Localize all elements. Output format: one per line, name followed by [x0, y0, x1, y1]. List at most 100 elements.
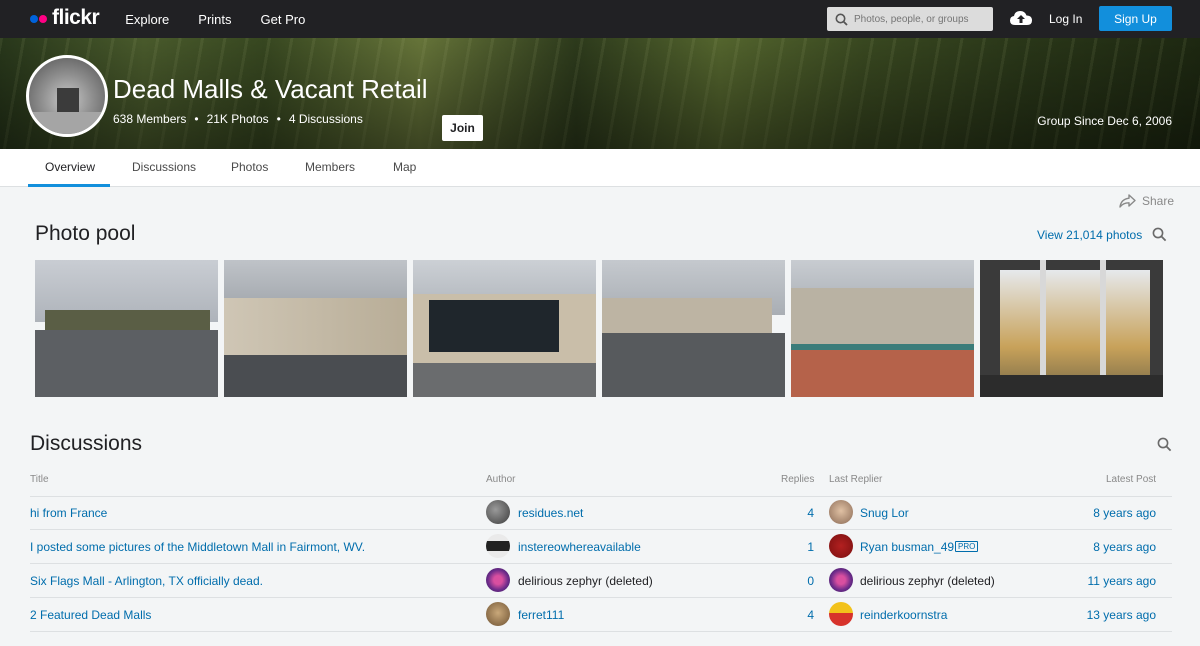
top-nav: flickr Explore Prints Get Pro Log In Sig…: [0, 0, 1200, 38]
thumb-building: [602, 298, 772, 334]
tab-map[interactable]: Map: [393, 160, 416, 174]
tab-overview[interactable]: Overview: [45, 160, 95, 174]
search-input[interactable]: [854, 13, 984, 25]
author-link[interactable]: residues.net: [518, 506, 583, 520]
group-avatar: [26, 55, 108, 137]
photo-thumbnail[interactable]: [413, 260, 596, 397]
thumb-building: [224, 298, 407, 356]
last-replier-name: delirious zephyr (deleted): [860, 574, 995, 588]
logo-blue-dot: [30, 15, 38, 23]
avatar[interactable]: [829, 602, 853, 626]
thumb-parking-lot: [35, 330, 218, 397]
nav-links: Explore Prints Get Pro: [125, 12, 334, 27]
discussion-count[interactable]: 4 Discussions: [289, 112, 363, 126]
avatar[interactable]: [829, 534, 853, 558]
member-count[interactable]: 638 Members: [113, 112, 186, 126]
discussion-title-link[interactable]: hi from France: [30, 506, 107, 520]
flickr-logo[interactable]: flickr: [30, 0, 100, 38]
latest-post-link[interactable]: 8 years ago: [1036, 540, 1156, 554]
avatar[interactable]: [486, 602, 510, 626]
photo-pool-grid: [35, 260, 1163, 397]
reply-count[interactable]: 1: [784, 540, 814, 554]
thumb-windows: [429, 300, 559, 352]
group-since: Group Since Dec 6, 2006: [1037, 114, 1172, 128]
latest-post-link[interactable]: 8 years ago: [1036, 506, 1156, 520]
avatar-door: [57, 88, 79, 112]
thumb-trees: [45, 310, 210, 330]
join-button[interactable]: Join: [442, 115, 483, 141]
author-link[interactable]: ferret111: [518, 608, 564, 622]
stat-separator: •: [194, 112, 199, 126]
thumb-storefront: [791, 350, 974, 397]
row-divider: [30, 529, 1172, 530]
photo-thumbnail[interactable]: [602, 260, 785, 397]
group-cover: Dead Malls & Vacant Retail Join 638 Memb…: [0, 38, 1200, 149]
photo-thumbnail[interactable]: [35, 260, 218, 397]
column-header-author: Author: [486, 474, 516, 485]
column-header-title: Title: [30, 474, 49, 485]
signup-button[interactable]: Sign Up: [1099, 6, 1172, 31]
tab-photos[interactable]: Photos: [231, 160, 268, 174]
column-header-latest-post: Latest Post: [1106, 474, 1157, 485]
photo-thumbnail[interactable]: [224, 260, 407, 397]
table-divider: [30, 496, 1172, 497]
discussion-title-link[interactable]: Six Flags Mall - Arlington, TX officiall…: [30, 574, 263, 588]
last-replier-link[interactable]: Ryan busman_49: [860, 540, 954, 554]
cloud-upload-icon[interactable]: [1009, 9, 1033, 27]
nav-prints[interactable]: Prints: [198, 12, 231, 27]
group-title: Dead Malls & Vacant Retail: [113, 74, 428, 104]
nav-get-pro[interactable]: Get Pro: [261, 12, 306, 27]
avatar[interactable]: [486, 500, 510, 524]
photo-thumbnail[interactable]: [980, 260, 1163, 397]
nav-explore[interactable]: Explore: [125, 12, 169, 27]
avatar[interactable]: [486, 568, 510, 592]
row-divider: [30, 597, 1172, 598]
thumb-building: [791, 288, 974, 348]
thumb-window-view: [1000, 270, 1150, 380]
logo-pink-dot: [39, 15, 47, 23]
stat-separator: •: [276, 112, 281, 126]
thumb-parking-lot: [224, 355, 407, 397]
discussions-title: Discussions: [30, 432, 143, 455]
share-button[interactable]: Share: [1119, 194, 1174, 208]
logo-text: flickr: [52, 6, 100, 29]
photo-count[interactable]: 21K Photos: [207, 112, 269, 126]
search-icon: [835, 13, 848, 26]
column-header-last-replier: Last Replier: [829, 474, 883, 485]
author-name: delirious zephyr (deleted): [518, 574, 653, 588]
search-box[interactable]: [827, 7, 993, 31]
avatar-floor: [29, 112, 105, 134]
author-link[interactable]: instereowhereavailable: [518, 540, 641, 554]
thumb-floor: [980, 375, 1163, 397]
tab-members[interactable]: Members: [305, 160, 355, 174]
column-header-replies: Replies: [781, 474, 815, 485]
thumb-parking-lot: [413, 363, 596, 397]
discussion-title-link[interactable]: I posted some pictures of the Middletown…: [30, 540, 365, 554]
login-link[interactable]: Log In: [1049, 12, 1082, 26]
group-tabs: Overview Discussions Photos Members Map: [0, 149, 1200, 187]
search-icon[interactable]: [1157, 437, 1172, 452]
avatar[interactable]: [829, 500, 853, 524]
row-divider: [30, 631, 1172, 632]
last-replier-link[interactable]: Snug Lor: [860, 506, 909, 520]
latest-post-link[interactable]: 13 years ago: [1036, 608, 1156, 622]
photo-pool-title: Photo pool: [35, 222, 136, 245]
row-divider: [30, 563, 1172, 564]
last-replier-link[interactable]: reinderkoornstra: [860, 608, 947, 622]
reply-count[interactable]: 0: [784, 574, 814, 588]
avatar[interactable]: [486, 534, 510, 558]
thumb-parking-lot: [602, 333, 785, 397]
group-stats: 638 Members • 21K Photos • 4 Discussions: [113, 112, 363, 126]
pro-badge: PRO: [955, 541, 979, 552]
view-all-photos-link[interactable]: View 21,014 photos: [1037, 228, 1142, 242]
photo-thumbnail[interactable]: [791, 260, 974, 397]
discussion-title-link[interactable]: 2 Featured Dead Malls: [30, 608, 151, 622]
active-tab-indicator: [28, 184, 110, 187]
reply-count[interactable]: 4: [784, 506, 814, 520]
latest-post-link[interactable]: 11 years ago: [1036, 574, 1157, 588]
avatar[interactable]: [829, 568, 853, 592]
share-arrow-icon: [1119, 194, 1136, 208]
tab-discussions[interactable]: Discussions: [132, 160, 196, 174]
reply-count[interactable]: 4: [784, 608, 814, 622]
search-icon[interactable]: [1152, 227, 1167, 242]
